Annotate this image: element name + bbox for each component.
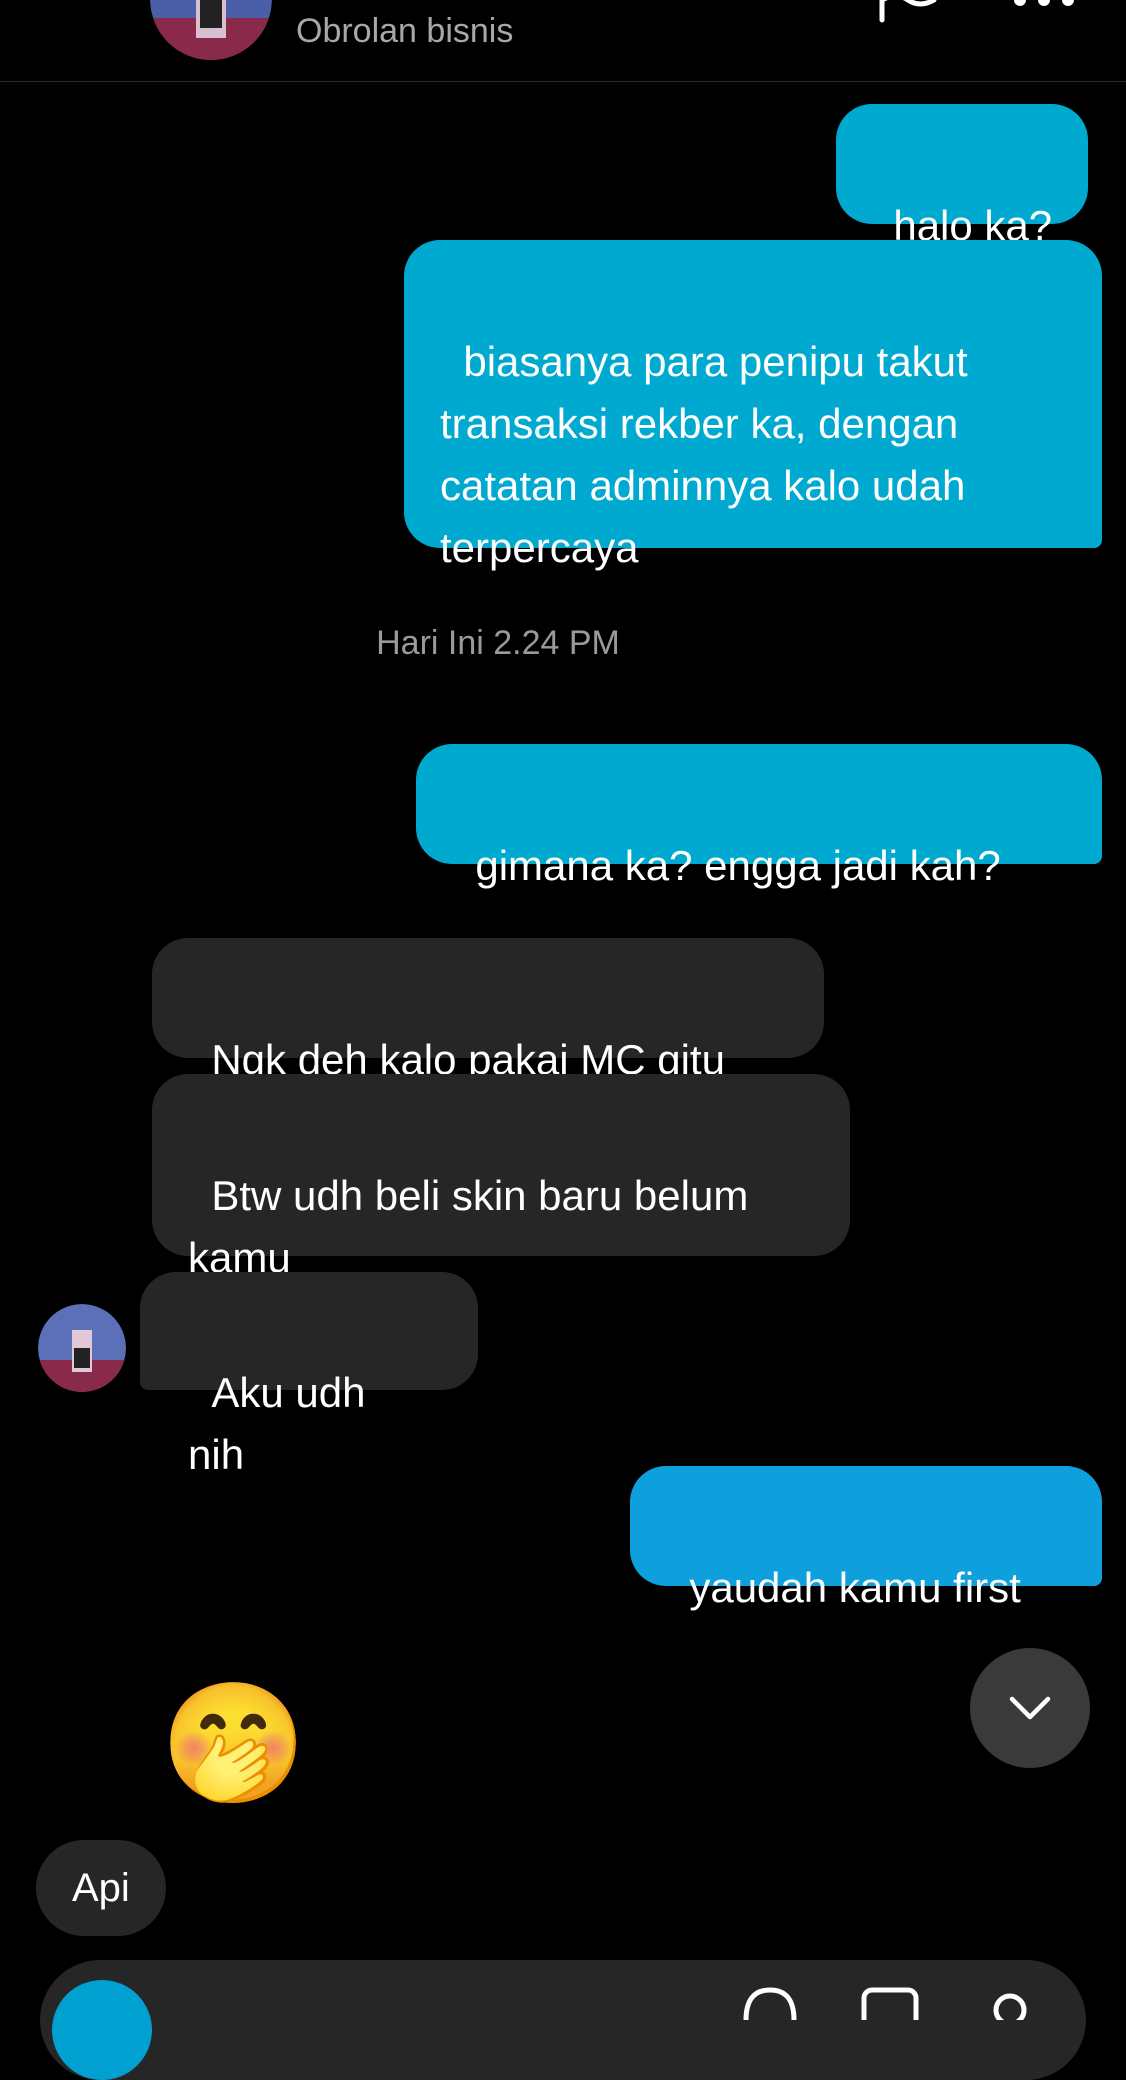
more-dots-icon (1014, 0, 1074, 6)
contact-avatar-small[interactable] (38, 1304, 126, 1392)
message-bubble-incoming[interactable]: Aku udh nih (140, 1272, 478, 1478)
contact-avatar[interactable] (150, 0, 272, 60)
flag-icon (879, 0, 937, 23)
chevron-left-icon (40, 0, 100, 30)
quick-reply-chip[interactable]: Api (36, 1840, 166, 1936)
camera-button[interactable] (52, 1980, 152, 2080)
chevron-down-icon (1009, 1696, 1051, 1720)
message-bubble-outgoing[interactable]: biasanya para penipu takut transaksi rek… (404, 240, 1102, 571)
message-text: yaudah kamu first (689, 1564, 1021, 1611)
message-text: Aku udh nih (188, 1369, 378, 1478)
message-bubble-outgoing[interactable]: yaudah kamu first (630, 1466, 1102, 1611)
chat-timestamp: Hari Ini 2.24 PM (376, 624, 620, 662)
gallery-icon[interactable] (860, 1980, 920, 2020)
chat-subtitle: Obrolan bisnis (296, 12, 514, 50)
message-text: biasanya para penipu takut transaksi rek… (440, 338, 980, 571)
microphone-icon[interactable] (740, 1980, 800, 2020)
message-bubble-outgoing[interactable]: halo ka? (836, 104, 1088, 249)
message-bubble-incoming[interactable]: Ngk deh kalo pakai MC gitu (152, 938, 824, 1083)
message-composer[interactable] (40, 1960, 1086, 2080)
scroll-down-button[interactable] (970, 1648, 1090, 1768)
flag-button[interactable] (876, 0, 940, 30)
message-bubble-incoming[interactable]: Btw udh beli skin baru belum kamu (152, 1074, 850, 1281)
reaction-emoji[interactable]: 🤭 (160, 1676, 307, 1812)
message-text: gimana ka? engga jadi kah? (475, 842, 1001, 889)
sticker-icon[interactable] (980, 1980, 1040, 2020)
message-text: Btw udh beli skin baru belum kamu (188, 1172, 760, 1281)
message-bubble-outgoing[interactable]: gimana ka? engga jadi kah? (416, 744, 1102, 889)
chat-header: Obrolan bisnis (0, 0, 1126, 82)
more-button[interactable] (1012, 0, 1076, 10)
back-button[interactable] (40, 0, 100, 30)
